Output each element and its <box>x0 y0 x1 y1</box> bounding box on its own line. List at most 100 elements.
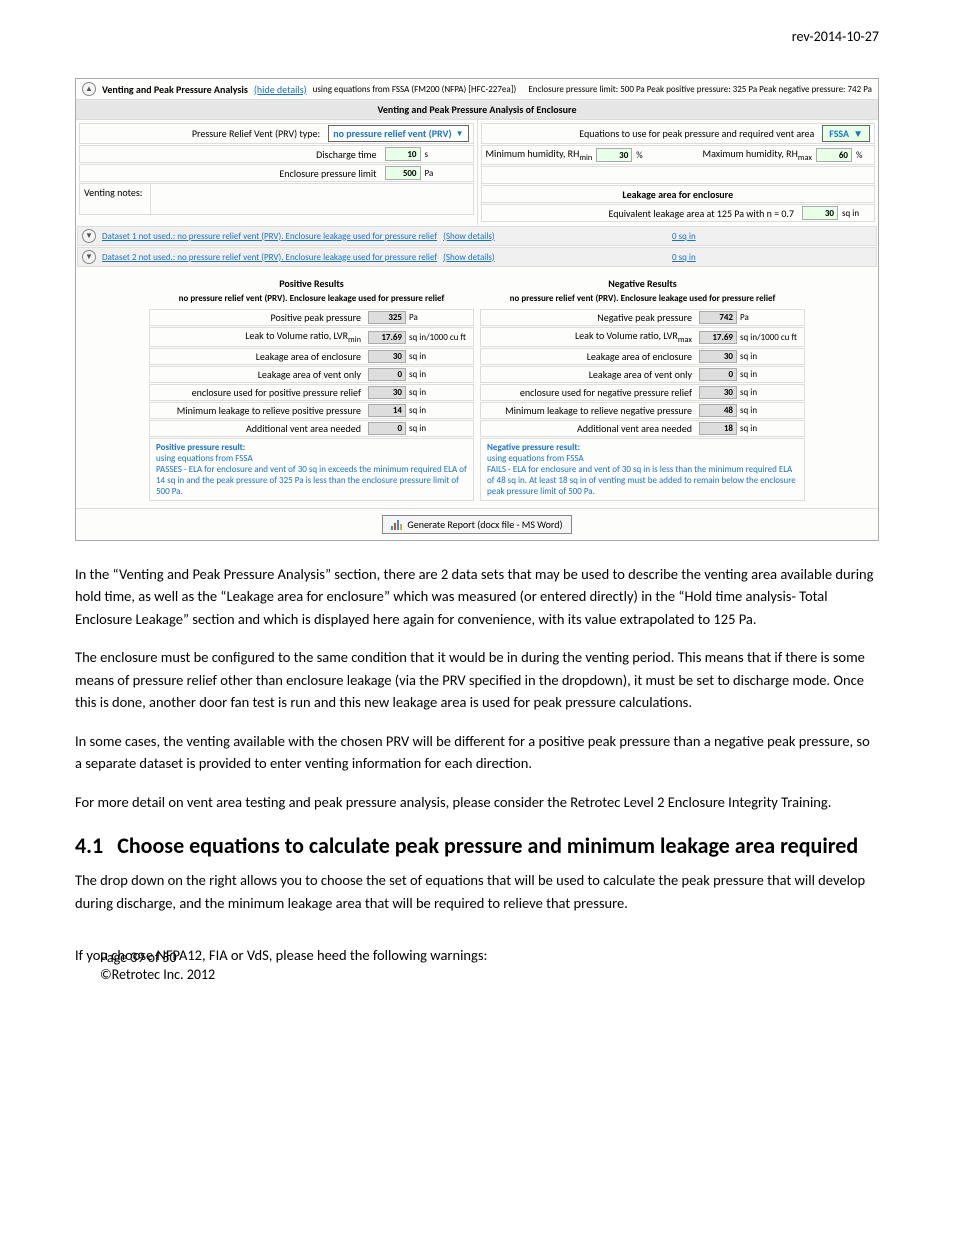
panel-banner: Venting and Peak Pressure Analysis of En… <box>76 99 878 120</box>
dataset-2-label: Dataset 2 not used.: no pressure relief … <box>102 252 437 263</box>
pos-result-value: 30 <box>368 386 406 399</box>
pos-note-line1: using equations from FSSA <box>156 453 467 464</box>
discharge-time-label: Discharge time <box>84 148 381 161</box>
neg-result-unit: Pa <box>740 312 800 323</box>
pos-result-row: Additional vent area needed0sq in <box>149 420 474 437</box>
paragraph-4: For more detail on vent area testing and… <box>75 791 879 813</box>
neg-result-unit: sq in <box>740 387 800 398</box>
neg-result-unit: sq in <box>740 423 800 434</box>
equations-value: FSSA <box>829 127 849 140</box>
neg-result-value: 0 <box>699 368 737 381</box>
neg-result-label: Leakage area of enclosure <box>485 350 696 363</box>
prv-type-label: Pressure Relief Vent (PRV) type: <box>84 127 324 140</box>
pos-result-unit: sq in <box>409 351 469 362</box>
dataset-1-label: Dataset 1 not used.: no pressure relief … <box>102 231 437 242</box>
neg-result-value: 48 <box>699 404 737 417</box>
heading-4-1: 4.1 Choose equations to calculate peak p… <box>75 829 879 863</box>
pos-result-label: Positive peak pressure <box>154 311 365 324</box>
generate-report-button[interactable]: Generate Report (docx file - MS Word) <box>382 515 571 534</box>
report-icon <box>391 520 403 530</box>
document-body: In the “Venting and Peak Pressure Analys… <box>75 563 879 967</box>
pos-result-unit: sq in <box>409 405 469 416</box>
venting-notes-row: Venting notes: <box>79 183 474 215</box>
min-humidity-input[interactable]: 30 <box>596 148 632 162</box>
enclosure-limit-label: Enclosure pressure limit <box>84 167 381 180</box>
neg-result-row: Leakage area of enclosure30sq in <box>480 348 805 365</box>
max-humidity-label: Maximum humidity, RHmax <box>703 147 812 163</box>
venting-notes-input[interactable] <box>150 184 473 214</box>
neg-result-row: Negative peak pressure742Pa <box>480 309 805 326</box>
dataset-2-value: 0 sq in <box>672 252 872 263</box>
left-column: Pressure Relief Vent (PRV) type: no pres… <box>76 120 477 225</box>
neg-result-label: Leakage area of vent only <box>485 368 696 381</box>
revision-date: rev-2014-10-27 <box>792 28 879 45</box>
neg-result-value: 30 <box>699 350 737 363</box>
neg-result-row: Leakage area of vent only0sq in <box>480 366 805 383</box>
heading-text: Choose equations to calculate peak press… <box>117 829 858 863</box>
neg-result-unit: sq in <box>740 351 800 362</box>
discharge-time-input[interactable]: 10 <box>385 147 421 161</box>
ela-input[interactable]: 30 <box>802 206 838 220</box>
min-humidity-label: Minimum humidity, RHmin <box>486 147 593 163</box>
pos-result-row: enclosure used for positive pressure rel… <box>149 384 474 401</box>
pos-note-line2: PASSES - ELA for enclosure and vent of 3… <box>156 464 467 497</box>
paragraph-5: The drop down on the right allows you to… <box>75 869 879 914</box>
expand-icon[interactable]: ▼ <box>82 250 96 264</box>
discharge-time-row: Discharge time 10 s <box>79 145 474 163</box>
show-details-link[interactable]: (Show details) <box>443 231 495 242</box>
pos-result-label: Leakage area of vent only <box>154 368 365 381</box>
prv-type-value: no pressure relief vent (PRV) <box>333 127 451 140</box>
max-humidity-input[interactable]: 60 <box>816 148 852 162</box>
min-humidity-unit: % <box>636 150 650 161</box>
copyright: ©Retrotec Inc. 2012 <box>100 966 215 983</box>
max-humidity-unit: % <box>856 150 870 161</box>
neg-result-label: Negative peak pressure <box>485 311 696 324</box>
page-number: Page 39 of 50 <box>100 949 215 966</box>
neg-result-label: Minimum leakage to relieve negative pres… <box>485 404 696 417</box>
enclosure-limit-input[interactable]: 500 <box>385 166 421 180</box>
dataset-2-row: ▼ Dataset 2 not used.: no pressure relie… <box>77 247 877 267</box>
ela-row: Equivalent leakage area at 125 Pa with n… <box>481 204 876 222</box>
heading-number: 4.1 <box>75 829 103 863</box>
paragraph-3: In some cases, the venting available wit… <box>75 730 879 775</box>
neg-result-row: enclosure used for negative pressure rel… <box>480 384 805 401</box>
pos-result-row: Leakage area of enclosure30sq in <box>149 348 474 365</box>
neg-result-unit: sq in <box>740 369 800 380</box>
show-details-link[interactable]: (Show details) <box>443 252 495 263</box>
page-footer: Page 39 of 50 ©Retrotec Inc. 2012 <box>100 949 215 983</box>
pos-note-title: Positive pressure result: <box>156 442 467 453</box>
positive-results: Positive Results no pressure relief vent… <box>146 272 477 504</box>
equations-dropdown[interactable]: FSSA ▼ <box>822 125 870 142</box>
enclosure-limit-unit: Pa <box>425 168 469 179</box>
pos-result-label: enclosure used for positive pressure rel… <box>154 386 365 399</box>
paragraph-2: The enclosure must be configured to the … <box>75 646 879 713</box>
pos-result-value: 30 <box>368 350 406 363</box>
neg-result-label: Additional vent area needed <box>485 422 696 435</box>
pos-result-unit: sq in <box>409 423 469 434</box>
pos-result-unit: sq in/1000 cu ft <box>409 332 469 343</box>
panel-title: Venting and Peak Pressure Analysis <box>102 83 248 96</box>
prv-type-row: Pressure Relief Vent (PRV) type: no pres… <box>79 123 474 144</box>
discharge-time-unit: s <box>425 149 469 160</box>
neg-result-row: Additional vent area needed18sq in <box>480 420 805 437</box>
pos-result-unit: sq in <box>409 369 469 380</box>
pos-result-label: Additional vent area needed <box>154 422 365 435</box>
neg-result-value: 30 <box>699 386 737 399</box>
blank-row <box>481 166 876 184</box>
pos-result-row: Positive peak pressure325Pa <box>149 309 474 326</box>
neg-result-row: Leak to Volume ratio, LVRmax17.69sq in/1… <box>480 327 805 347</box>
neg-note-line2: FAILS - ELA for enclosure and vent of 30… <box>487 464 798 497</box>
negative-note: Negative pressure result: using equation… <box>480 438 805 501</box>
expand-icon[interactable]: ▼ <box>82 229 96 243</box>
pos-result-label: Minimum leakage to relieve positive pres… <box>154 404 365 417</box>
neg-result-row: Minimum leakage to relieve negative pres… <box>480 402 805 419</box>
pos-result-value: 0 <box>368 368 406 381</box>
prv-type-dropdown[interactable]: no pressure relief vent (PRV) ▼ <box>328 125 468 142</box>
chevron-down-icon: ▼ <box>456 129 464 139</box>
hide-details-link[interactable]: (hide details) <box>254 83 307 96</box>
collapse-icon[interactable]: ▲ <box>82 82 96 96</box>
pos-result-value: 325 <box>368 311 406 324</box>
panel-summary: Enclosure pressure limit: 500 Pa Peak po… <box>528 84 872 95</box>
neg-result-value: 18 <box>699 422 737 435</box>
pos-result-value: 14 <box>368 404 406 417</box>
